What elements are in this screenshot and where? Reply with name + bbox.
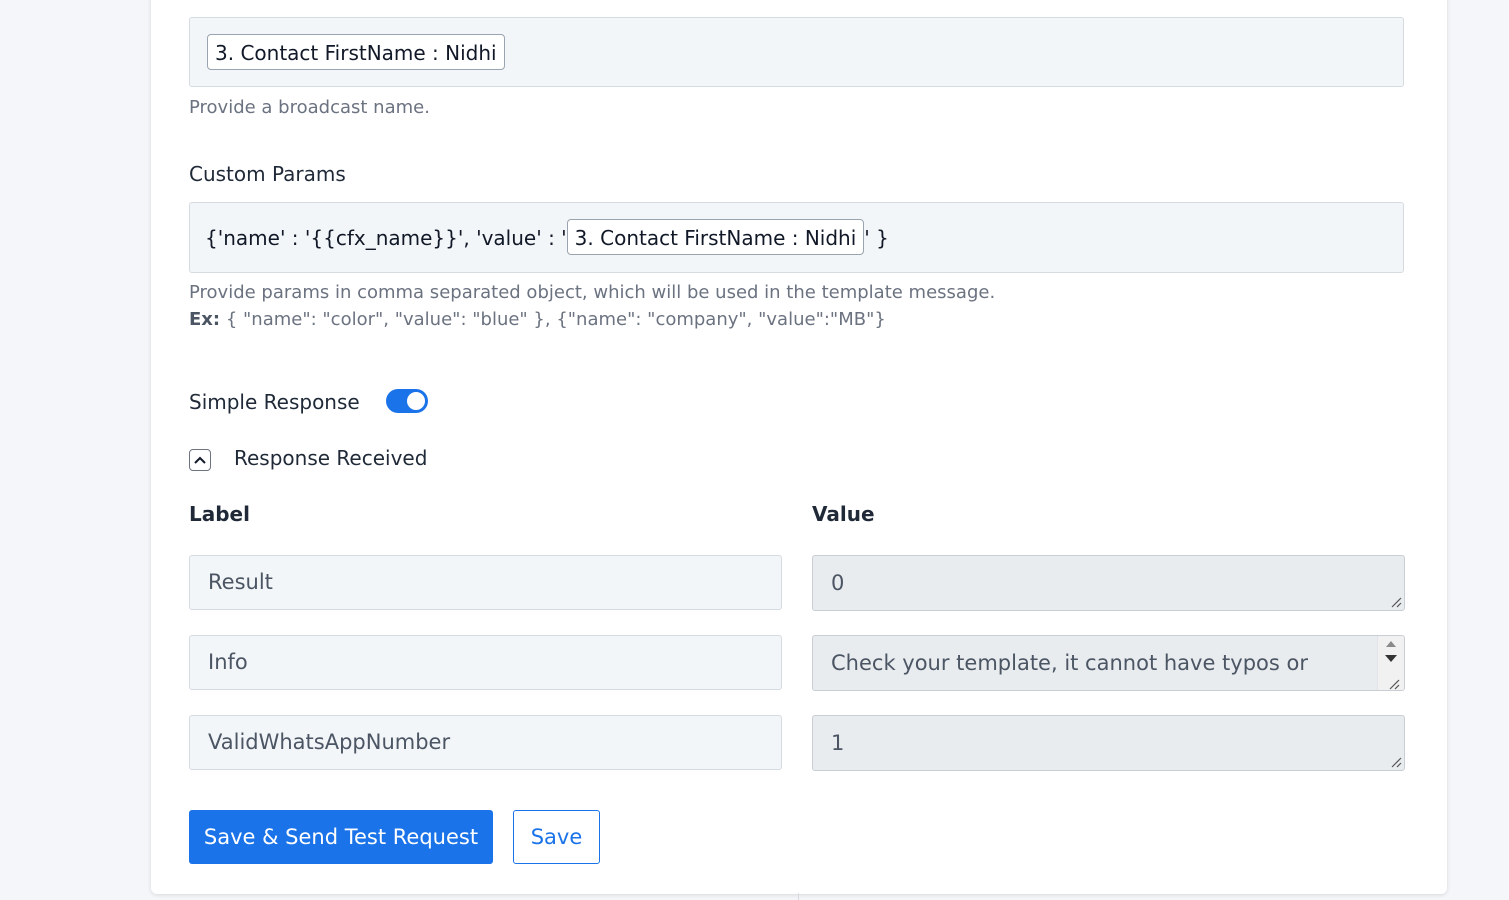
chevron-up-icon — [194, 456, 206, 464]
value-field-info[interactable]: Check your template, it cannot have typo… — [812, 635, 1405, 691]
broadcast-name-help: Provide a broadcast name. — [189, 97, 430, 118]
label-column-header: Label — [189, 502, 250, 526]
textarea-scrollbar[interactable] — [1377, 636, 1404, 690]
custom-params-suffix: ' } — [864, 226, 889, 250]
value-column-header: Value — [812, 502, 875, 526]
resize-grip-icon[interactable] — [1390, 596, 1402, 608]
value-field-result[interactable]: 0 — [812, 555, 1405, 611]
simple-response-label: Simple Response — [189, 390, 360, 414]
example-text: { "name": "color", "value": "blue" }, {"… — [220, 309, 886, 330]
value-field-valid-number[interactable]: 1 — [812, 715, 1405, 771]
custom-params-field[interactable]: {'name' : '{{cfx_name}}', 'value' : ' 3. … — [189, 202, 1404, 273]
value-text: 1 — [831, 731, 845, 755]
value-text: Check your template, it cannot have typo… — [831, 651, 1308, 675]
value-text: 0 — [831, 571, 845, 595]
label-input-valid-number[interactable]: ValidWhatsAppNumber — [189, 715, 782, 770]
toggle-knob — [407, 392, 425, 410]
custom-params-help: Provide params in comma separated object… — [189, 282, 996, 303]
response-received-label: Response Received — [234, 446, 428, 470]
simple-response-toggle[interactable] — [386, 389, 428, 413]
custom-params-chip[interactable]: 3. Contact FirstName : Nidhi — [566, 219, 865, 255]
collapse-button[interactable] — [189, 449, 211, 471]
custom-params-example: Ex: { "name": "color", "value": "blue" }… — [189, 309, 886, 330]
broadcast-name-chip[interactable]: 3. Contact FirstName : Nidhi — [207, 34, 505, 70]
scroll-arrows-icon[interactable] — [1378, 636, 1404, 691]
broadcast-name-field[interactable]: 3. Contact FirstName : Nidhi — [189, 17, 1404, 87]
custom-params-prefix: {'name' : '{{cfx_name}}', 'value' : ' — [205, 226, 567, 250]
example-label: Ex: — [189, 309, 221, 330]
divider — [798, 893, 799, 900]
save-button[interactable]: Save — [513, 810, 600, 864]
custom-params-label: Custom Params — [189, 162, 346, 186]
resize-grip-icon[interactable] — [1390, 756, 1402, 768]
label-input-result[interactable]: Result — [189, 555, 782, 610]
save-send-test-button[interactable]: Save & Send Test Request — [189, 810, 493, 864]
label-input-info[interactable]: Info — [189, 635, 782, 690]
